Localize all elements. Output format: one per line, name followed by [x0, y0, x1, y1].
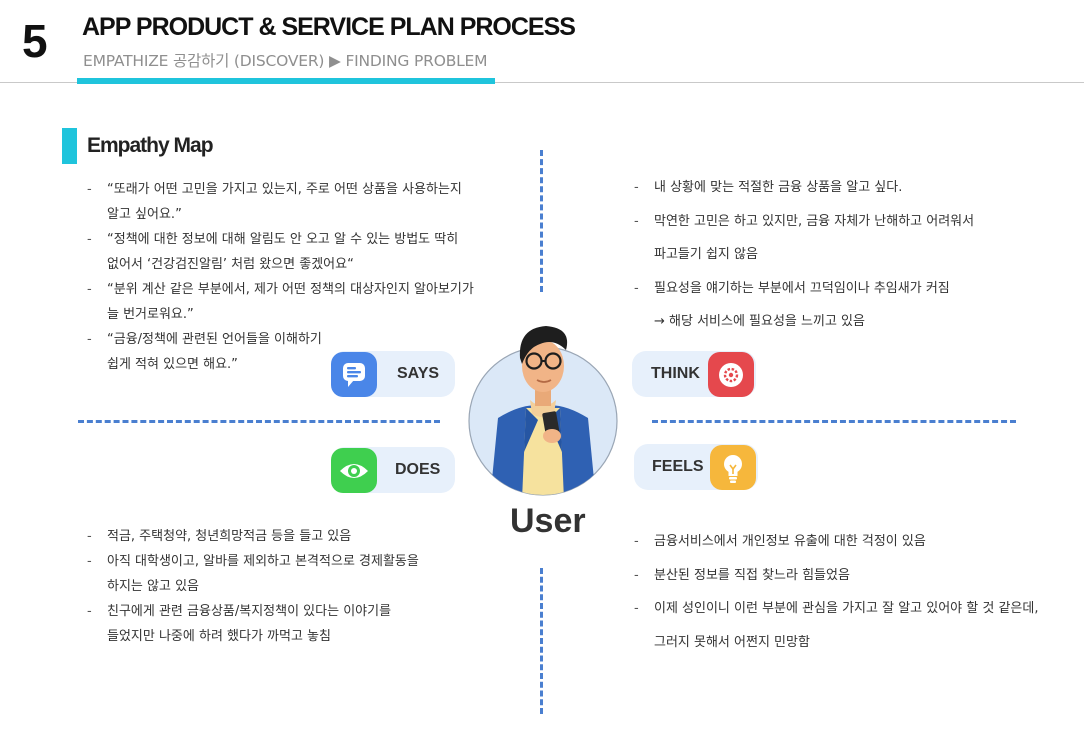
eye-icon	[340, 463, 368, 478]
feels-icon-badge	[710, 445, 756, 490]
divider-vertical-top	[540, 150, 543, 292]
user-avatar-illustration	[468, 326, 618, 496]
does-item: 아직 대학생이고, 알바를 제외하고 본격적으로 경제활동을하지는 않고 있음	[87, 549, 507, 599]
think-item: 필요성을 얘기하는 부분에서 끄덕임이나 추임새가 커짐→ 해당 서비스에 필요…	[634, 272, 1054, 339]
feels-label: FEELS	[652, 458, 704, 475]
does-list: 적금, 주택청약, 청년희망적금 등을 들고 있음 아직 대학생이고, 알바를 …	[87, 524, 507, 649]
speech-bubble-icon	[343, 362, 365, 387]
feels-item: 이제 성인이니 이런 부분에 관심을 가지고 잘 알고 있어야 할 것 같은데,…	[634, 592, 1074, 659]
lightbulb-icon	[724, 454, 742, 483]
feels-pill: FEELS	[634, 444, 758, 490]
feels-list: 금융서비스에서 개인정보 유출에 대한 걱정이 있음 분산된 정보를 직접 찾느…	[634, 525, 1074, 659]
does-item: 친구에게 관련 금융상품/복지정책이 있다는 이야기를들었지만 나중에 하려 했…	[87, 599, 507, 649]
divider-horizontal-right	[652, 420, 1016, 423]
think-item: 막연한 고민은 하고 있지만, 금융 자체가 난해하고 어려워서파고들기 쉽지 …	[634, 205, 1054, 272]
does-item: 적금, 주택청약, 청년희망적금 등을 들고 있음	[87, 524, 507, 549]
section-accent-bar	[62, 128, 77, 164]
user-avatar	[468, 322, 618, 496]
think-list: 내 상황에 맞는 적절한 금융 상품을 알고 싶다. 막연한 고민은 하고 있지…	[634, 171, 1054, 339]
does-icon-badge	[331, 448, 377, 493]
says-item: “분위 계산 같은 부분에서, 제가 어떤 정책의 대상자인지 알아보기가늘 번…	[87, 277, 507, 327]
feels-item: 분산된 정보를 직접 찾느라 힘들었음	[634, 559, 1074, 593]
does-pill: DOES	[331, 447, 455, 493]
header-accent-bar	[77, 78, 495, 84]
feels-item: 금융서비스에서 개인정보 유출에 대한 걱정이 있음	[634, 525, 1074, 559]
section-title: Empathy Map	[87, 134, 214, 157]
says-item: “정책에 대한 정보에 대해 알림도 안 오고 알 수 있는 방법도 딱히없어서…	[87, 227, 507, 277]
does-label: DOES	[395, 461, 441, 478]
says-list: “또래가 어떤 고민을 가지고 있는지, 주로 어떤 상품을 사용하는지알고 싶…	[87, 177, 507, 377]
says-label: SAYS	[397, 365, 440, 382]
divider-vertical-bottom	[540, 568, 543, 714]
think-icon-badge	[708, 352, 754, 397]
user-label: User	[510, 502, 586, 540]
says-icon-badge	[331, 352, 377, 397]
divider-horizontal-left	[78, 420, 440, 423]
says-pill: SAYS	[331, 351, 455, 397]
page-subtitle: EMPATHIZE 공감하기 (DISCOVER) ▶ FINDING PROB…	[83, 52, 488, 70]
says-item: “또래가 어떤 고민을 가지고 있는지, 주로 어떤 상품을 사용하는지알고 싶…	[87, 177, 507, 227]
think-label: THINK	[651, 365, 700, 382]
page-title: APP PRODUCT & SERVICE PLAN PROCESS	[82, 13, 576, 41]
page-number: 5	[22, 15, 48, 67]
brain-gear-icon	[719, 362, 743, 387]
think-item: 내 상황에 맞는 적절한 금융 상품을 알고 싶다.	[634, 171, 1054, 205]
think-pill: THINK	[632, 351, 756, 397]
